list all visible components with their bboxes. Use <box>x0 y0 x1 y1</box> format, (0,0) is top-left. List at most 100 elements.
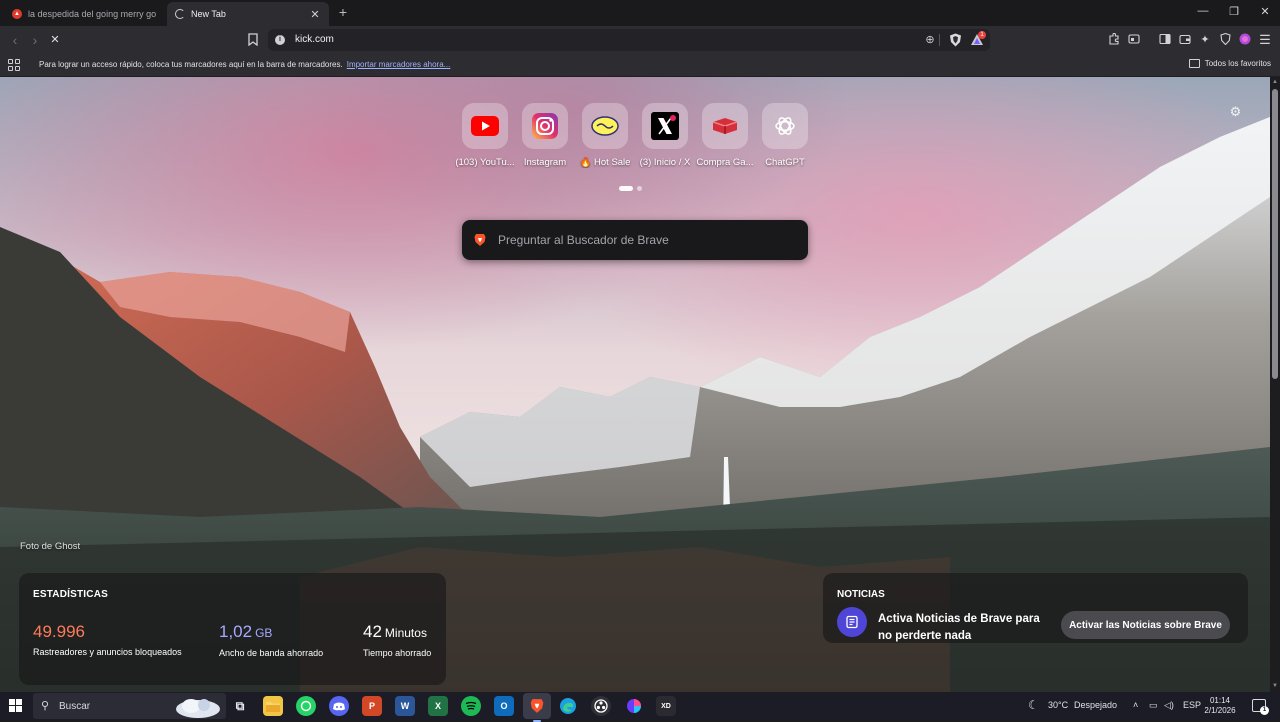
clock[interactable]: 01:14 2/1/2026 <box>1201 696 1239 716</box>
back-arrow-icon[interactable]: ‹ <box>8 32 22 48</box>
instagram-icon <box>522 103 568 149</box>
weather-desc[interactable]: Despejado <box>1074 700 1117 710</box>
minimize-icon[interactable]: — <box>1193 5 1213 17</box>
top-site-compra-gamer[interactable]: Compra Ga... <box>695 103 755 168</box>
forward-arrow-icon[interactable]: › <box>28 32 42 48</box>
pager-dot-1[interactable] <box>619 186 633 191</box>
restore-icon[interactable]: ❐ <box>1224 5 1244 18</box>
language-indicator[interactable]: ESP <box>1183 700 1201 710</box>
top-site-x[interactable]: (3) Inicio / X <box>635 103 695 168</box>
tab-new-tab[interactable]: New Tab ✕ <box>167 2 329 26</box>
weather-temp[interactable]: 30°C <box>1048 700 1068 710</box>
youtube-icon <box>462 103 508 149</box>
brave-favicon-icon: ▲ <box>12 9 22 19</box>
site-info-icon[interactable]: i <box>275 35 285 45</box>
rewards-badge: 1 <box>978 31 986 39</box>
address-bar[interactable]: i kick.com ⊕ 1 <box>268 29 990 51</box>
stat-caption: Rastreadores y anuncios bloqueados <box>33 647 182 657</box>
excel-icon[interactable]: X <box>428 696 448 716</box>
xd-pen-icon[interactable]: XD <box>656 696 676 716</box>
task-view-icon[interactable]: ⧉ <box>230 696 250 716</box>
top-sites: (103) YouTu... Instagram 🔥 Hot Sale (3) … <box>455 103 815 173</box>
new-tab-plus-icon[interactable]: + <box>336 5 350 19</box>
top-site-label: Compra Ga... <box>696 157 754 168</box>
url-separator <box>939 34 940 46</box>
tab-despedida[interactable]: ▲ la despedida del going merry go - Br <box>4 2 164 26</box>
close-tab-icon[interactable]: ✕ <box>309 8 321 21</box>
all-bookmarks-label: Todos los favoritos <box>1204 59 1271 68</box>
page-scrollbar[interactable]: ▲ ▼ <box>1270 77 1280 692</box>
stat-value: 42 Minutos <box>363 622 431 643</box>
stat-bandwidth: 1,02 GB Ancho de banda ahorrado <box>219 622 323 658</box>
news-icon <box>837 607 867 637</box>
loading-spinner-icon <box>175 9 185 19</box>
taskbar-search-label: Buscar <box>59 701 91 712</box>
zoom-icon[interactable]: ⊕ <box>923 33 937 47</box>
discord-icon[interactable] <box>329 696 349 716</box>
stop-loading-icon[interactable]: ✕ <box>48 32 62 48</box>
pager-dot-2[interactable] <box>637 186 642 191</box>
url-text[interactable]: kick.com <box>295 34 334 45</box>
brave-shields-icon[interactable] <box>949 33 962 47</box>
news-header: NOTICIAS <box>837 589 885 600</box>
sidebar-toggle-icon[interactable] <box>1158 33 1172 47</box>
stat-number: 1,02 <box>219 622 253 641</box>
menu-hamburger-icon[interactable]: ☰ <box>1258 33 1272 47</box>
file-explorer-icon[interactable] <box>263 696 283 716</box>
bookmark-icon[interactable] <box>248 33 260 47</box>
windows-start-icon[interactable] <box>9 699 22 712</box>
volume-icon[interactable]: ◁) <box>1164 700 1174 711</box>
top-site-hot-sale[interactable]: 🔥 Hot Sale <box>575 103 635 168</box>
top-site-chatgpt[interactable]: ChatGPT <box>755 103 815 168</box>
stat-trackers: 49.996 Rastreadores y anuncios bloqueado… <box>33 622 182 657</box>
tray-chevron-icon[interactable]: ˄ <box>1133 700 1138 710</box>
import-bookmarks-link[interactable]: Importar marcadores ahora... <box>347 60 451 69</box>
scroll-up-icon[interactable]: ▲ <box>1272 79 1278 85</box>
brave-taskbar-icon[interactable] <box>523 693 551 722</box>
enable-news-button[interactable]: Activar las Noticias sobre Brave <box>1061 611 1230 639</box>
spotify-icon[interactable] <box>461 696 481 716</box>
clock-date: 2/1/2026 <box>1204 706 1236 715</box>
color-app-icon[interactable] <box>624 696 644 716</box>
stat-caption: Tiempo ahorrado <box>363 648 432 658</box>
network-icon[interactable]: ▭ <box>1149 700 1158 711</box>
tab-title: la despedida del going merry go - Br <box>28 9 156 19</box>
top-site-youtube[interactable]: (103) YouTu... <box>455 103 515 168</box>
taskbar-search[interactable]: ⚲ Buscar <box>33 693 226 719</box>
scrollbar-thumb[interactable] <box>1272 89 1278 379</box>
vpn-shield-icon[interactable] <box>1218 32 1232 47</box>
stat-unit: GB <box>255 626 273 640</box>
top-site-label: Instagram <box>523 157 567 168</box>
photo-credit[interactable]: Foto de Ghost <box>20 541 80 552</box>
scroll-down-icon[interactable]: ▼ <box>1272 683 1278 689</box>
stats-widget: ESTADÍSTICAS 49.996 Rastreadores y anunc… <box>19 573 446 685</box>
edge-icon[interactable] <box>558 696 578 716</box>
close-window-icon[interactable]: ✕ <box>1255 5 1275 18</box>
whatsapp-icon[interactable] <box>296 696 316 716</box>
tab-title: New Tab <box>191 9 226 19</box>
leo-sidebar-icon[interactable] <box>1127 33 1141 47</box>
top-site-label: ChatGPT <box>765 157 805 168</box>
news-promo-text: Activa Noticias de Brave para no perdert… <box>878 613 1040 642</box>
top-site-label: (3) Inicio / X <box>639 157 691 168</box>
leo-ai-icon[interactable]: ✦ <box>1198 33 1212 47</box>
profile-avatar-icon[interactable] <box>1238 33 1252 47</box>
search-highlight-image <box>176 699 220 718</box>
customize-gear-icon[interactable]: ⚙ <box>1228 104 1243 119</box>
all-bookmarks-button[interactable]: Todos los favoritos <box>1188 59 1271 68</box>
bookmarks-hint-text: Para lograr un acceso rápido, coloca tus… <box>39 60 343 69</box>
apps-grid-icon[interactable] <box>8 59 20 71</box>
stat-unit: Minutos <box>384 626 427 640</box>
search-input[interactable] <box>498 229 788 251</box>
obs-icon[interactable] <box>591 696 611 716</box>
extensions-icon[interactable] <box>1107 32 1121 47</box>
x-icon <box>642 103 688 149</box>
top-site-instagram[interactable]: Instagram <box>515 103 575 168</box>
notification-icon[interactable]: 1 <box>1252 699 1269 715</box>
brave-search-box[interactable] <box>462 220 808 260</box>
outlook-icon[interactable]: O <box>494 696 514 716</box>
powerpoint-icon[interactable]: P <box>362 696 382 716</box>
wallet-icon[interactable] <box>1178 33 1192 47</box>
bookmarks-hint: Para lograr un acceso rápido, coloca tus… <box>39 60 450 69</box>
word-icon[interactable]: W <box>395 696 415 716</box>
